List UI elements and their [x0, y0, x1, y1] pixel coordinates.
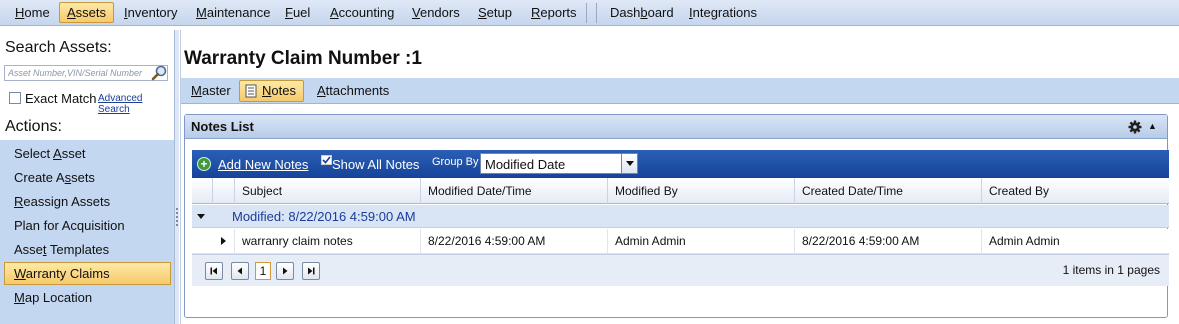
menu-home[interactable]: Home	[8, 2, 57, 23]
header-spacer	[212, 178, 234, 204]
gear-icon[interactable]	[1128, 120, 1142, 134]
action-reassign-assets[interactable]: Reassign Assets	[4, 190, 171, 213]
notes-grid-header: Subject Modified Date/Time Modified By C…	[192, 178, 1169, 204]
action-warranty-claims[interactable]: Warranty Claims	[4, 262, 171, 285]
next-page-button[interactable]	[276, 262, 294, 280]
menu-accounting[interactable]: Accounting	[323, 2, 401, 23]
show-all-notes-toggle[interactable]: Show All Notes	[332, 157, 419, 172]
search-input[interactable]	[4, 65, 168, 81]
notes-list-title: Notes List	[191, 119, 254, 134]
advanced-search-link[interactable]: Advanced Search	[98, 93, 174, 115]
expand-arrow-icon[interactable]	[197, 214, 205, 219]
splitter-grip-icon	[176, 208, 178, 228]
panel-splitter[interactable]	[174, 30, 179, 324]
previous-page-icon	[237, 267, 242, 275]
menu-separator	[586, 3, 587, 23]
chevron-down-icon[interactable]	[621, 154, 637, 173]
main-content: Warranty Claim Number :1 Master Notes At…	[180, 30, 1179, 324]
action-select-asset[interactable]: Select Asset	[4, 142, 171, 165]
search-icon	[151, 65, 167, 81]
first-page-button[interactable]	[205, 262, 223, 280]
tab-strip: Master Notes Attachments	[181, 78, 1179, 104]
last-page-button[interactable]	[302, 262, 320, 280]
notes-list-panel: Notes List ▲ + Add New Notes Show All No…	[184, 114, 1169, 318]
cell-subject: warranry claim notes	[234, 229, 420, 254]
top-menu-bar: Home Assets Inventory Maintenance Fuel A…	[0, 0, 1179, 26]
notes-icon	[245, 84, 257, 98]
header-spacer	[192, 178, 212, 204]
action-create-assets[interactable]: Create Assets	[4, 166, 171, 189]
cell-modified-datetime: 8/22/2016 4:59:00 AM	[420, 229, 607, 254]
collapse-up-icon[interactable]: ▲	[1148, 121, 1157, 131]
menu-inventory[interactable]: Inventory	[117, 2, 185, 23]
tab-attachments[interactable]: Attachments	[313, 80, 393, 102]
action-asset-templates[interactable]: Asset Templates	[4, 238, 171, 261]
menu-maintenance[interactable]: Maintenance	[189, 2, 277, 23]
column-header-modified-datetime[interactable]: Modified Date/Time	[420, 178, 607, 204]
search-button[interactable]	[150, 64, 170, 82]
previous-page-button[interactable]	[231, 262, 249, 280]
cell-modified-by: Admin Admin	[607, 229, 794, 254]
group-row-label: Modified: 8/22/2016 4:59:00 AM	[232, 209, 416, 224]
first-page-icon	[210, 267, 217, 275]
menu-reports[interactable]: Reports	[524, 2, 584, 23]
menu-integrations[interactable]: Integrations	[682, 2, 764, 23]
action-map-location[interactable]: Map Location	[4, 286, 171, 309]
actions-list: Select Asset Create Assets Reassign Asse…	[0, 140, 174, 324]
left-panel: Search Assets: Exact Match Advanced Sear…	[0, 30, 174, 324]
exact-match-checkbox[interactable]	[9, 92, 21, 104]
menu-separator	[596, 3, 597, 23]
add-new-notes-button[interactable]: Add New Notes	[218, 157, 308, 172]
cell-created-by: Admin Admin	[981, 229, 1169, 254]
group-by-label: Group By	[432, 156, 479, 168]
group-by-value: Modified Date	[485, 157, 566, 172]
tab-notes[interactable]: Notes	[239, 80, 304, 102]
next-page-icon	[283, 267, 288, 275]
column-header-subject[interactable]: Subject	[234, 178, 420, 204]
actions-heading: Actions:	[5, 118, 62, 135]
notes-toolbar: + Add New Notes Show All Notes Group By …	[192, 150, 1169, 178]
row-indicator-icon	[221, 237, 226, 245]
tab-master[interactable]: Master	[187, 80, 235, 102]
menu-dashboard[interactable]: Dashboard	[603, 2, 681, 23]
action-plan-for-acquisition[interactable]: Plan for Acquisition	[4, 214, 171, 237]
menu-assets[interactable]: Assets	[59, 2, 115, 23]
notes-list-header: Notes List ▲	[185, 115, 1167, 139]
menu-setup[interactable]: Setup	[471, 2, 519, 23]
pager: 1 1 items in 1 pages	[192, 254, 1169, 286]
menu-fuel[interactable]: Fuel	[278, 2, 317, 23]
search-assets-heading: Search Assets:	[5, 39, 112, 56]
cell-created-datetime: 8/22/2016 4:59:00 AM	[794, 229, 981, 254]
menu-vendors[interactable]: Vendors	[405, 2, 467, 23]
page-number-button[interactable]: 1	[255, 262, 271, 280]
last-page-icon	[308, 267, 315, 275]
column-header-created-datetime[interactable]: Created Date/Time	[794, 178, 981, 204]
group-by-select[interactable]: Modified Date	[480, 153, 638, 174]
table-row[interactable]: warranry claim notes 8/22/2016 4:59:00 A…	[192, 229, 1169, 254]
exact-match-label: Exact Match	[25, 91, 97, 106]
pager-info: 1 items in 1 pages	[1062, 263, 1160, 277]
check-icon	[321, 155, 332, 165]
column-header-modified-by[interactable]: Modified By	[607, 178, 794, 204]
add-icon: +	[197, 157, 211, 171]
group-row[interactable]: Modified: 8/22/2016 4:59:00 AM	[192, 205, 1169, 228]
page-title: Warranty Claim Number :1	[184, 48, 422, 69]
column-header-created-by[interactable]: Created By	[981, 178, 1169, 204]
